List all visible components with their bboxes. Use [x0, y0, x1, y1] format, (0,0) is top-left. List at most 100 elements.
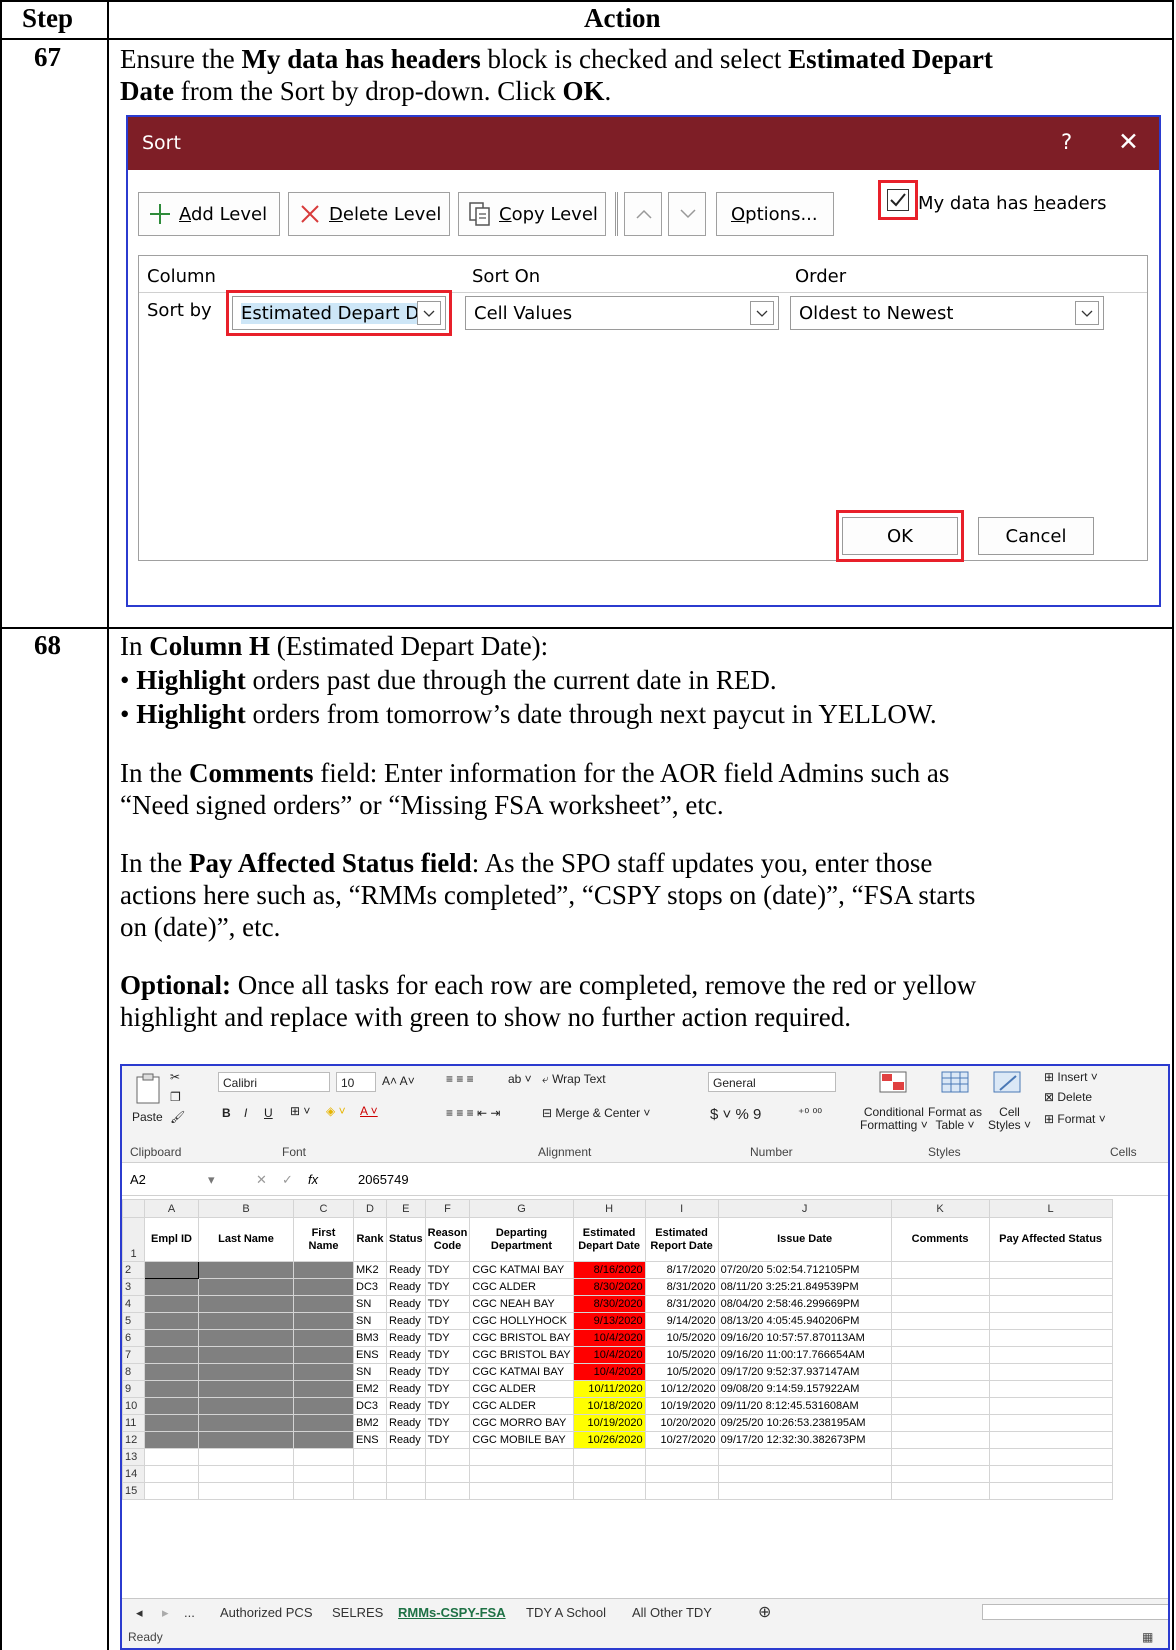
row-number[interactable]: 7 — [122, 1346, 145, 1364]
column-letter[interactable]: H — [572, 1199, 646, 1218]
redacted-cell[interactable] — [198, 1431, 294, 1449]
cancel-button[interactable]: Cancel — [978, 517, 1094, 555]
normal-view-icon[interactable]: ▦ — [1142, 1630, 1153, 1644]
row-number[interactable]: 3 — [122, 1278, 145, 1296]
delete-level-button[interactable]: Delete Level — [288, 192, 450, 236]
cell[interactable] — [353, 1448, 387, 1466]
scroll-left-icon[interactable]: ◂ — [136, 1605, 143, 1621]
redacted-cell[interactable] — [198, 1363, 294, 1381]
insert-function-icon[interactable]: fx — [308, 1172, 318, 1187]
redacted-cell[interactable] — [198, 1278, 294, 1296]
cell[interactable] — [644, 1482, 719, 1500]
cancel-entry-icon[interactable]: ✕ — [256, 1172, 267, 1188]
cell[interactable] — [144, 1465, 199, 1483]
move-down-button[interactable] — [668, 192, 706, 236]
redacted-cell[interactable] — [144, 1380, 199, 1398]
cell[interactable]: Ready — [386, 1397, 426, 1415]
cell[interactable] — [988, 1312, 1113, 1330]
tab-selres[interactable]: SELRES — [332, 1605, 383, 1620]
cell[interactable] — [644, 1448, 719, 1466]
wrap-text-button[interactable]: ⤶ Wrap Text — [542, 1072, 606, 1087]
cell[interactable] — [988, 1261, 1113, 1279]
cell[interactable] — [988, 1465, 1113, 1483]
cell[interactable] — [424, 1448, 471, 1466]
column-header-cell[interactable]: First Name — [293, 1217, 354, 1262]
redacted-cell[interactable] — [144, 1414, 199, 1432]
cell[interactable] — [890, 1278, 990, 1296]
cell[interactable]: SN — [353, 1312, 387, 1330]
column-letter[interactable]: D — [353, 1199, 387, 1218]
conditional-formatting-label[interactable]: Conditional Formatting ˅ — [860, 1106, 928, 1132]
cell[interactable] — [572, 1465, 646, 1483]
redacted-cell[interactable] — [198, 1329, 294, 1347]
cell[interactable]: Ready — [386, 1414, 426, 1432]
cell[interactable] — [572, 1448, 646, 1466]
row-number[interactable]: 2 — [122, 1261, 145, 1279]
horizontal-scrollbar[interactable] — [982, 1604, 1168, 1620]
redacted-cell[interactable] — [144, 1261, 199, 1279]
cell[interactable] — [144, 1482, 199, 1500]
row-number[interactable]: 1 — [122, 1217, 145, 1262]
depart-date-cell[interactable]: 8/30/2020 — [572, 1278, 646, 1296]
column-letter[interactable]: L — [988, 1199, 1113, 1218]
options-button[interactable]: Options... — [716, 192, 834, 236]
cell[interactable] — [386, 1465, 426, 1483]
redacted-cell[interactable] — [198, 1346, 294, 1364]
cell[interactable] — [717, 1482, 892, 1500]
name-box-dropdown-icon[interactable]: ▾ — [208, 1172, 215, 1188]
depart-date-cell[interactable]: 10/11/2020 — [572, 1380, 646, 1398]
close-button[interactable]: ✕ — [1118, 127, 1139, 156]
column-header-cell[interactable]: Last Name — [198, 1217, 294, 1262]
cell[interactable]: 07/20/20 5:02:54.712105PM — [717, 1261, 892, 1279]
cell[interactable] — [144, 1448, 199, 1466]
cell[interactable] — [890, 1465, 990, 1483]
number-format-select[interactable]: General — [708, 1072, 836, 1092]
redacted-cell[interactable] — [293, 1278, 354, 1296]
cell[interactable] — [353, 1465, 387, 1483]
cell[interactable] — [988, 1295, 1113, 1313]
headers-checkbox[interactable] — [887, 189, 909, 211]
column-header-cell[interactable]: Comments — [890, 1217, 990, 1262]
cell[interactable] — [988, 1346, 1113, 1364]
copy-level-button[interactable]: Copy Level — [458, 192, 606, 236]
cell[interactable]: 10/12/2020 — [644, 1380, 719, 1398]
cell[interactable] — [988, 1329, 1113, 1347]
column-letter[interactable]: I — [644, 1199, 719, 1218]
cell[interactable]: BM3 — [353, 1329, 387, 1347]
redacted-cell[interactable] — [144, 1397, 199, 1415]
cell[interactable] — [293, 1482, 354, 1500]
format-as-table-icon[interactable] — [940, 1070, 970, 1096]
cell[interactable] — [572, 1482, 646, 1500]
cell[interactable]: Ready — [386, 1295, 426, 1313]
cell[interactable]: TDY — [424, 1363, 471, 1381]
cell[interactable]: ENS — [353, 1431, 387, 1449]
cell[interactable]: 08/11/20 3:25:21.849539PM — [717, 1278, 892, 1296]
redacted-cell[interactable] — [144, 1346, 199, 1364]
row-number[interactable]: 10 — [122, 1397, 145, 1415]
cell[interactable]: Ready — [386, 1312, 426, 1330]
cell[interactable] — [644, 1465, 719, 1483]
cell[interactable]: TDY — [424, 1329, 471, 1347]
currency-button[interactable]: $ ˅ % 9 — [710, 1106, 761, 1123]
redacted-cell[interactable] — [198, 1295, 294, 1313]
redacted-cell[interactable] — [293, 1346, 354, 1364]
column-letter[interactable]: J — [717, 1199, 892, 1218]
redacted-cell[interactable] — [198, 1380, 294, 1398]
cell[interactable]: 10/5/2020 — [644, 1346, 719, 1364]
format-painter-icon[interactable]: 🖌 — [170, 1110, 185, 1124]
cell[interactable] — [988, 1482, 1113, 1500]
cell[interactable]: Ready — [386, 1431, 426, 1449]
cell[interactable]: CGC NEAH BAY — [469, 1295, 574, 1313]
cell[interactable]: Ready — [386, 1363, 426, 1381]
cut-icon[interactable]: ✂ — [170, 1070, 180, 1084]
cell[interactable] — [890, 1397, 990, 1415]
cell[interactable]: 09/11/20 8:12:45.531608AM — [717, 1397, 892, 1415]
cell[interactable] — [988, 1414, 1113, 1432]
redacted-cell[interactable] — [144, 1329, 199, 1347]
column-letter[interactable]: B — [198, 1199, 294, 1218]
depart-date-cell[interactable]: 9/13/2020 — [572, 1312, 646, 1330]
cell[interactable]: CGC BRISTOL BAY — [469, 1346, 574, 1364]
merge-center-button[interactable]: ⊟ Merge & Center ˅ — [542, 1106, 650, 1120]
cell[interactable]: CGC KATMAI BAY — [469, 1363, 574, 1381]
cell[interactable] — [293, 1465, 354, 1483]
